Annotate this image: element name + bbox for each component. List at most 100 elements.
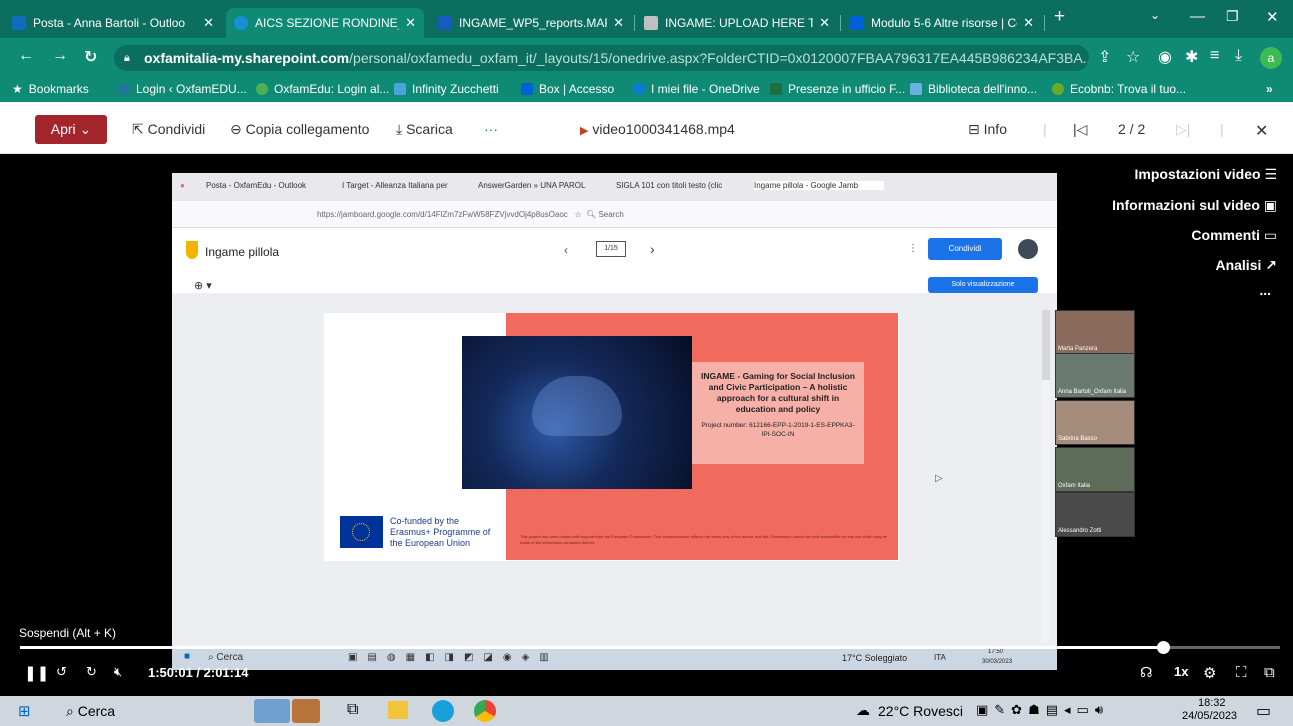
bookmark-item[interactable]: Ecobnb: Trova il tuo... <box>1052 82 1186 96</box>
close-tab-icon[interactable]: ✕ <box>613 15 624 31</box>
close-tab-icon[interactable]: ✕ <box>819 15 830 31</box>
restore-icon[interactable]: ❐ <box>1226 8 1239 25</box>
system-tray-icons[interactable]: ▣✎✿☗▤◂▭🔊︎ <box>976 702 1109 718</box>
minimize-icon[interactable]: — <box>1190 8 1205 25</box>
embedded-tab-active: Ingame pillola - Google Jamb <box>754 181 884 190</box>
disclaimer-text: This project has been funded with suppor… <box>520 534 888 545</box>
tab-box-module[interactable]: Modulo 5-6 Altre risorse | Co ✕ <box>842 8 1042 38</box>
bookmarks-label[interactable]: ★ Bookmarks <box>12 82 89 96</box>
task-view-icon[interactable]: ⧉ <box>347 701 358 719</box>
close-tab-icon[interactable]: ✕ <box>405 15 416 31</box>
pause-icon[interactable]: ❚❚ <box>24 664 49 682</box>
briefcase-icon[interactable] <box>292 699 320 723</box>
bookmark-item[interactable]: Biblioteca dell'inno... <box>910 82 1037 96</box>
embedded-taskbar: ■ ⌕ Cerca ▣▤◍▦◧◨◩◪◉◈▥ 17°C Soleggiato IT… <box>172 648 1057 670</box>
tab-title: AICS SEZIONE RONDINE_Reg <box>255 16 399 30</box>
tab-divider <box>1044 15 1045 31</box>
progress-handle[interactable] <box>1157 641 1170 654</box>
embedded-date: 30/03/2023 <box>982 659 1013 665</box>
playback-speed[interactable]: 1x <box>1174 664 1188 679</box>
weather-icon: ☁ <box>856 702 870 718</box>
video-file-icon: ▶ <box>580 125 589 137</box>
edge-icon[interactable] <box>432 700 454 722</box>
profile-avatar[interactable]: a <box>1260 47 1282 69</box>
embedded-time: 17:50 <box>988 649 1004 655</box>
browser-tab-strip: Posta - Anna Bartoli - Outloo ✕ AICS SEZ… <box>0 0 1293 38</box>
next-file-icon[interactable]: ▷| <box>1176 121 1190 138</box>
jamboard-logo-icon <box>186 241 198 259</box>
bookmark-item[interactable]: Box | Accesso <box>521 82 614 96</box>
more-vert-icon: ⋮ <box>908 243 918 254</box>
open-external-icon[interactable]: ⧉ <box>1264 664 1275 681</box>
copy-link-button[interactable]: ⊖ Copia collegamento <box>230 121 369 138</box>
rewind-10-icon[interactable]: ↺ <box>56 664 67 680</box>
participant-thumbnail: Oxfam Italia <box>1055 447 1135 492</box>
close-tab-icon[interactable]: ✕ <box>1023 15 1034 31</box>
bookmark-star-icon[interactable]: ☆ <box>1126 47 1140 67</box>
share-button[interactable]: ⇱ Condividi <box>132 121 205 138</box>
open-button[interactable]: Apri ⌄ <box>35 115 107 144</box>
taskbar-weather[interactable]: 22°C Rovesci <box>878 703 963 719</box>
puzzle-icon[interactable]: ✱ <box>1185 47 1198 67</box>
bookmark-item[interactable]: Infinity Zucchetti <box>394 82 499 96</box>
tab-search-icon[interactable]: ⌄ <box>1150 8 1160 22</box>
forward-icon[interactable]: → <box>52 47 68 65</box>
reading-list-icon[interactable]: ≡ <box>1210 47 1219 65</box>
video-info-item[interactable]: Informazioni sul video ▣ <box>1112 197 1277 214</box>
chart-icon: ↗ <box>1265 257 1277 273</box>
window-close-icon[interactable]: ✕ <box>1266 8 1279 26</box>
more-bookmarks[interactable]: » <box>1266 82 1273 96</box>
prev-frame-icon: ‹ <box>564 243 568 257</box>
tab-sharepoint[interactable]: AICS SEZIONE RONDINE_Reg ✕ <box>226 8 424 38</box>
divider: | <box>1220 121 1224 137</box>
analytics-item[interactable]: Analisi ↗ <box>1215 257 1277 274</box>
more-actions-button[interactable]: ··· <box>484 121 498 137</box>
keyboard-photo <box>462 336 692 489</box>
bookmark-item[interactable]: OxfamEdu: Login al... <box>256 82 389 96</box>
tab-title: INGAME_WP5_reports.MARC <box>459 16 608 30</box>
previous-file-icon[interactable]: |◁ <box>1073 121 1087 138</box>
tab-outlook[interactable]: Posta - Anna Bartoli - Outloo ✕ <box>4 8 222 38</box>
mute-icon[interactable]: 🔇︎ <box>114 664 122 680</box>
comment-icon: ▭ <box>1263 227 1277 243</box>
forward-10-icon[interactable]: ↻ <box>86 664 97 680</box>
file-explorer-icon[interactable] <box>388 701 408 719</box>
extension-icon[interactable]: ◉ <box>1158 47 1172 67</box>
excel-icon <box>770 83 782 95</box>
bookmark-item[interactable]: Presenze in ufficio F... <box>770 82 905 96</box>
embedded-tab: SIGLA 101 con titoli testo (clic <box>616 181 723 190</box>
new-tab-button[interactable]: + <box>1054 6 1065 28</box>
star-icon: ★ <box>12 82 23 96</box>
tab-word-report[interactable]: INGAME_WP5_reports.MARC ✕ <box>430 8 632 38</box>
windows-start-icon[interactable]: ⊞ <box>18 702 31 720</box>
captions-voice-icon[interactable]: ☊ <box>1140 664 1152 681</box>
download-icon[interactable]: ⤓ <box>1235 47 1242 65</box>
cofunded-text: Co-funded by the Erasmus+ Programme of t… <box>390 516 491 548</box>
bookmark-item[interactable]: Login ‹ OxfamEDU... <box>118 82 247 96</box>
onedrive-icon <box>234 16 248 30</box>
more-options[interactable]: ... <box>1259 282 1271 298</box>
bookmark-item[interactable]: I miei file - OneDrive <box>633 82 760 96</box>
screenshot-app-icon[interactable] <box>254 699 290 723</box>
video-settings-item[interactable]: Impostazioni video ☰ <box>1135 166 1277 183</box>
settings-gear-icon[interactable]: ⚙ <box>1203 664 1216 682</box>
download-button[interactable]: ⤓ Scarica <box>396 121 453 138</box>
chrome-icon[interactable] <box>474 700 496 722</box>
notification-icon[interactable]: ▭ <box>1256 701 1271 721</box>
wordpress-icon <box>118 83 130 95</box>
address-bar[interactable]: 🔒︎ oxfamitalia-my.sharepoint.com/persona… <box>114 45 1089 71</box>
back-icon[interactable]: ← <box>18 47 34 65</box>
close-viewer-icon[interactable]: ✕ <box>1255 121 1268 141</box>
fullscreen-icon[interactable]: ⛶ <box>1236 664 1247 681</box>
comments-item[interactable]: Commenti ▭ <box>1191 227 1277 244</box>
hand-shape <box>532 376 622 436</box>
taskbar-search[interactable]: ⌕ Cerca <box>66 703 115 720</box>
info-button[interactable]: ⊟ Info <box>968 121 1007 138</box>
tab-upload[interactable]: INGAME: UPLOAD HERE THE ✕ <box>636 8 838 38</box>
close-tab-icon[interactable]: ✕ <box>203 15 214 31</box>
reload-icon[interactable]: ↻ <box>84 47 97 67</box>
embedded-tab: Posta - OxfamEdu - Outlook <box>206 181 307 190</box>
lock-icon: 🔒︎ <box>124 52 130 64</box>
search-icon: ⌕ <box>66 703 74 719</box>
share-page-icon[interactable]: ⇪ <box>1098 47 1111 67</box>
